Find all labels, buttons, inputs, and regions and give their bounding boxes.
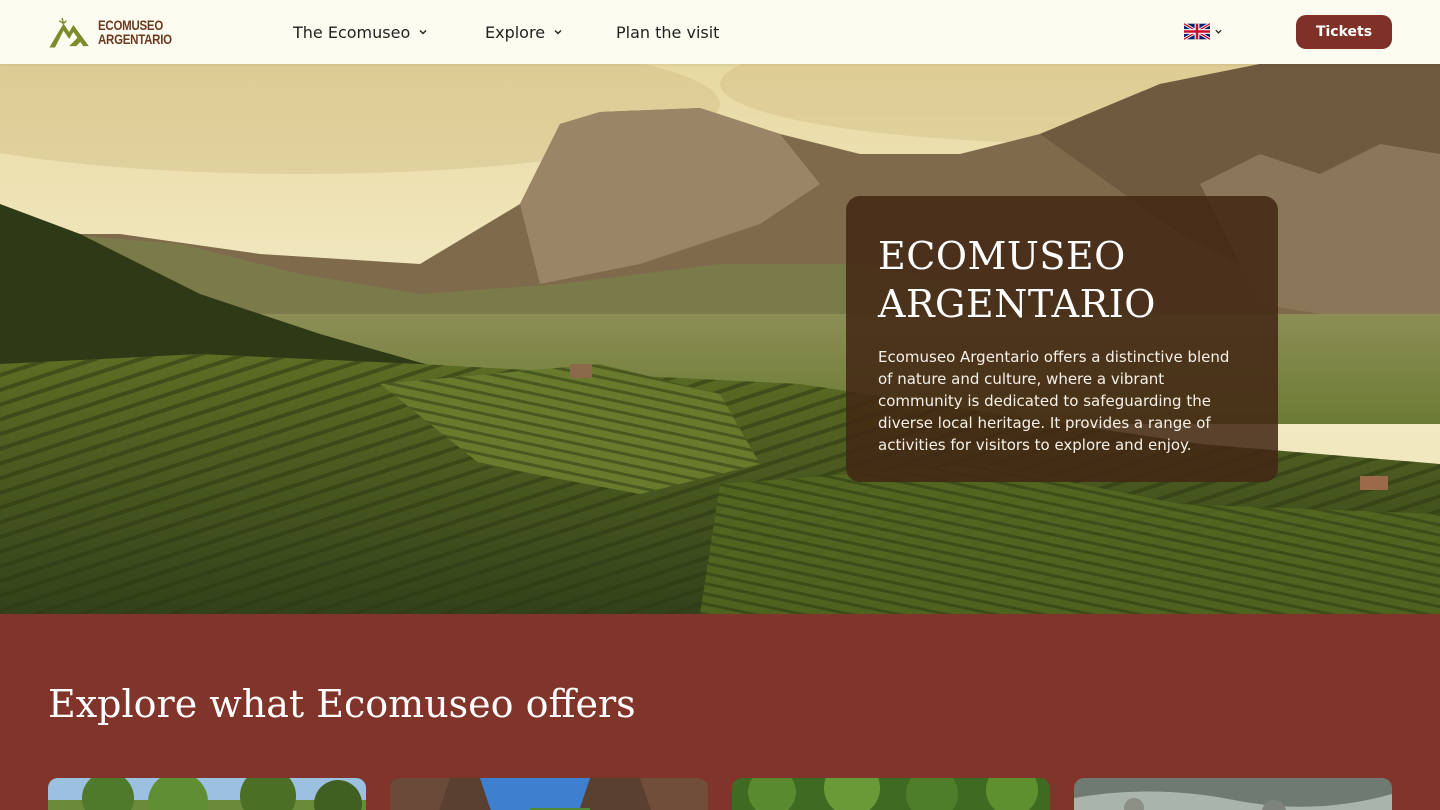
- site-header: ECOMUSEO ARGENTARIO The Ecomuseo Explore…: [0, 0, 1440, 64]
- explore-section-title: Explore what Ecomuseo offers: [48, 682, 636, 726]
- logo-line-1: ECOMUSEO: [97, 17, 163, 33]
- hero-description: Ecomuseo Argentario offers a distinctive…: [878, 348, 1230, 454]
- nav-plan-the-visit-label: Plan the visit: [616, 22, 720, 42]
- nav-plan-the-visit[interactable]: Plan the visit: [616, 20, 719, 44]
- chevron-down-icon: [1215, 29, 1222, 34]
- explore-card[interactable]: [1074, 778, 1392, 810]
- nav-the-ecomuseo[interactable]: The Ecomuseo: [293, 20, 428, 44]
- chevron-down-icon: [419, 30, 427, 35]
- explore-card[interactable]: [48, 778, 366, 810]
- hero-title-line-2: ARGENTARIO: [878, 282, 1156, 326]
- nav-the-ecomuseo-label: The Ecomuseo: [293, 22, 411, 42]
- mountain-logo-icon: [49, 17, 89, 48]
- hero-title: ECOMUSEO ARGENTARIO: [878, 232, 1246, 328]
- explore-card[interactable]: [732, 778, 1050, 810]
- explore-section: Explore what Ecomuseo offers: [0, 614, 1440, 810]
- chevron-down-icon: [554, 30, 562, 35]
- language-selector[interactable]: [1184, 23, 1223, 40]
- explore-card[interactable]: [390, 778, 708, 810]
- nav-explore-label: Explore: [485, 22, 546, 42]
- logo-line-2: ARGENTARIO: [97, 31, 172, 47]
- card-image-forest: [48, 778, 366, 810]
- hero-title-line-1: ECOMUSEO: [878, 234, 1126, 278]
- logo-text: ECOMUSEO ARGENTARIO: [98, 18, 188, 46]
- hero-info-card: ECOMUSEO ARGENTARIO Ecomuseo Argentario …: [846, 196, 1278, 482]
- nav-explore[interactable]: Explore: [485, 20, 563, 44]
- card-image-green-woods: [732, 778, 1050, 810]
- tickets-button[interactable]: Tickets: [1296, 15, 1392, 49]
- uk-flag-icon: [1184, 23, 1210, 40]
- logo-link[interactable]: ECOMUSEO ARGENTARIO: [48, 8, 188, 56]
- card-image-rock-arch: [390, 778, 708, 810]
- card-image-river: [1074, 778, 1392, 810]
- hero-section: ECOMUSEO ARGENTARIO Ecomuseo Argentario …: [0, 64, 1440, 614]
